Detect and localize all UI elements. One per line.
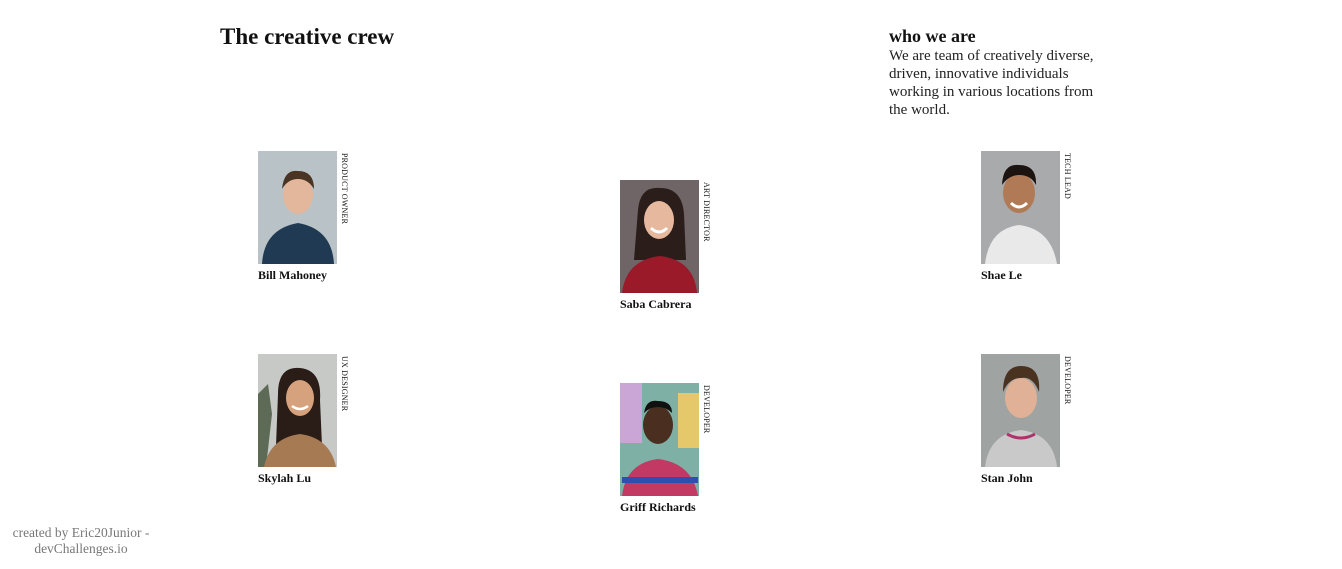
about-section: who we are We are team of creatively div…: [889, 26, 1094, 119]
member-name: Saba Cabrera: [620, 297, 692, 311]
about-heading: who we are: [889, 26, 976, 46]
portrait-image: [258, 354, 337, 467]
member-role: UX DESIGNER: [340, 356, 349, 412]
member-card: DEVELOPER Stan John: [981, 354, 1091, 486]
member-role: DEVELOPER: [702, 385, 711, 434]
member-photo: [258, 151, 337, 264]
portrait-image: [981, 151, 1060, 264]
about-text: We are team of creatively diverse, drive…: [889, 48, 1094, 118]
footer-credit: created by Eric20Junior - devChallenges.…: [12, 525, 150, 556]
portrait-image: [981, 354, 1060, 467]
member-role: TECH LEAD: [1063, 153, 1072, 200]
member-card: ART DIRECTOR Saba Cabrera: [620, 180, 730, 312]
member-photo: [620, 383, 699, 496]
member-photo: [620, 180, 699, 293]
member-role: DEVELOPER: [1063, 356, 1072, 405]
portrait-image: [620, 383, 699, 496]
page-title: The creative crew: [220, 24, 395, 49]
member-name: Shae Le: [981, 268, 1023, 282]
page: The creative crew who we are We are team…: [0, 0, 1342, 569]
member-photo: [981, 354, 1060, 467]
member-card: PRODUCT OWNER Bill Mahoney: [258, 151, 368, 283]
member-role: ART DIRECTOR: [702, 182, 711, 242]
member-name: Bill Mahoney: [258, 268, 328, 282]
portrait-image: [258, 151, 337, 264]
member-name: Griff Richards: [620, 500, 696, 514]
member-card: UX DESIGNER Skylah Lu: [258, 354, 368, 486]
member-photo: [981, 151, 1060, 264]
member-photo: [258, 354, 337, 467]
member-name: Stan John: [981, 471, 1033, 485]
member-role: PRODUCT OWNER: [340, 153, 349, 225]
portrait-image: [620, 180, 699, 293]
member-card: TECH LEAD Shae Le: [981, 151, 1091, 283]
member-card: DEVELOPER Griff Richards: [620, 383, 730, 515]
member-name: Skylah Lu: [258, 471, 312, 485]
